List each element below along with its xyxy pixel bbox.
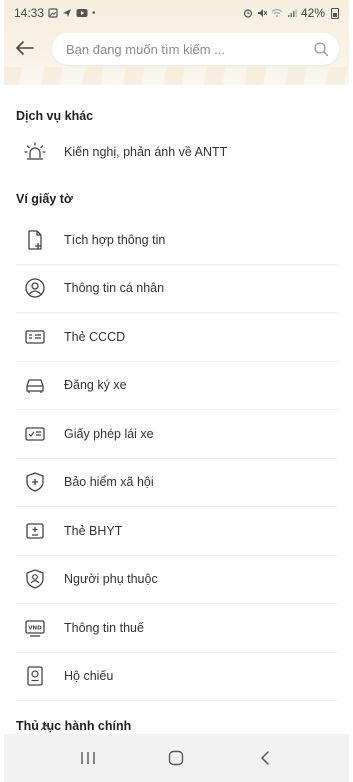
system-nav-bar [4,734,349,782]
list-item-label: Người phụ thuộc [64,572,158,587]
list-item-label: Kiến nghị, phản ánh về ANTT [64,144,228,159]
back-arrow-icon[interactable] [16,39,36,59]
car-icon [24,374,46,396]
section-title-other-services: Dịch vụ khác [16,109,94,123]
list-item-social-insurance[interactable]: Bảo hiểm xã hội [16,459,337,507]
tax-icon: VND [24,617,46,639]
search-icon[interactable] [313,41,329,57]
list-item-vehicle-registration[interactable]: Đăng ký xe [16,362,337,410]
back-icon[interactable] [245,738,285,778]
search-box[interactable] [52,33,339,65]
search-input[interactable] [66,41,313,57]
content: Dịch vụ khác Kiến nghị, phản ánh về ANTT… [4,85,349,743]
list-item-integrate-info[interactable]: Tích hợp thông tin [16,216,337,265]
mute-icon [257,9,267,17]
list-item-label: Hộ chiếu [64,669,114,684]
status-time: 14:33 [14,6,45,20]
svg-text:VND: VND [28,625,42,631]
status-left: 14:33 • [14,6,96,20]
list-item-label: Thẻ CCCD [64,329,126,344]
section-title-wallet: Ví giấy tờ [16,192,73,206]
header: 14:33 • 42% [4,0,349,85]
add-document-icon [24,229,46,251]
location-icon [63,9,72,17]
wallet-list: Tích hợp thông tin Thông tin cá nhân Thẻ… [16,216,337,701]
list-item-personal-info[interactable]: Thông tin cá nhân [16,265,337,313]
list-item-driving-license[interactable]: Giấy phép lái xe [16,410,337,459]
passport-icon [24,665,46,687]
list-item-label: Giấy phép lái xe [64,426,154,441]
signal-icon [287,9,297,17]
list-item-dependents[interactable]: Người phụ thuộc [16,556,337,604]
list-item-label: Tích hợp thông tin [64,232,166,247]
list-item-label: Thẻ BHYT [64,523,123,538]
list-item-label: Đăng ký xe [64,378,127,393]
list-item-health-insurance-card[interactable]: Thẻ BHYT [16,507,337,556]
wifi-icon [271,8,283,17]
dot-icon: • [92,7,96,19]
shield-plus-icon [24,471,46,493]
siren-icon [24,141,46,163]
list-item-tax-info[interactable]: VND Thông tin thuế [16,604,337,653]
list-item-label: Thông tin thuế [64,620,144,635]
battery-icon [331,7,339,19]
id-card-icon [24,326,46,348]
list-item-label: Bảo hiểm xã hội [64,475,154,490]
recent-apps-icon[interactable] [68,738,108,778]
scroll-peek-icon [40,720,52,734]
list-item-passport[interactable]: Hộ chiếu [16,653,337,701]
list-item-antt-feedback[interactable]: Kiến nghị, phản ánh về ANTT [16,133,337,170]
list-item-label: Thông tin cá nhân [64,281,165,296]
home-icon[interactable] [156,738,196,778]
app-screen: 14:33 • 42% Bạn đang muốn tìm kiếm ... D… [4,0,349,782]
alarm-icon [243,9,253,18]
battery-percent: 42% [300,6,325,20]
dependent-icon [24,568,46,590]
license-icon [24,423,46,445]
youtube-icon [76,9,88,17]
list-item-cccd[interactable]: Thẻ CCCD [16,313,337,362]
status-right: 42% [243,6,339,20]
health-card-icon [24,520,46,542]
gallery-icon [48,8,58,18]
status-bar: 14:33 • 42% [4,0,349,26]
search-row [4,26,349,65]
person-circle-icon [24,277,46,299]
